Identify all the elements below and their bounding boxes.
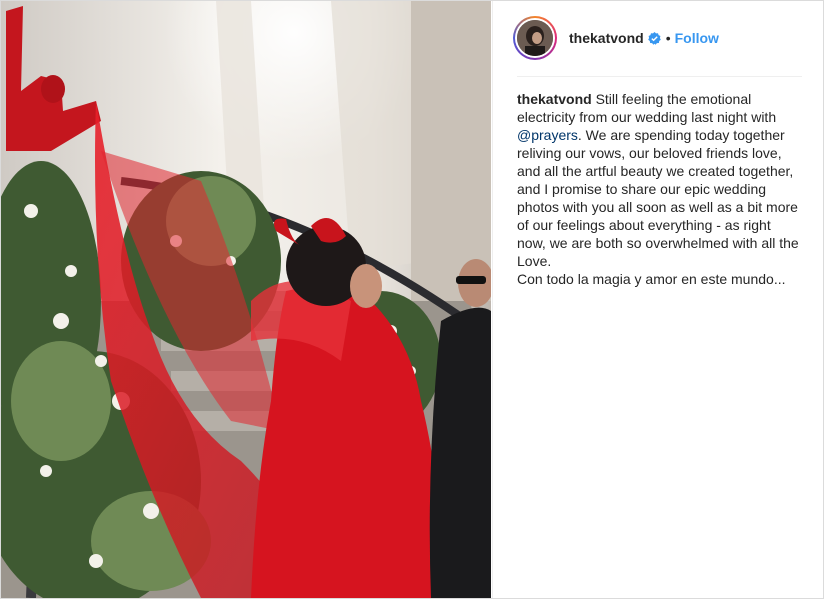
post-sidebar: thekatvond • Follow thekatvond Still fee… bbox=[492, 1, 823, 598]
post-photo[interactable] bbox=[1, 1, 491, 598]
caption-text-2: . We are spending today together relivin… bbox=[517, 127, 799, 269]
instagram-post: thekatvond • Follow thekatvond Still fee… bbox=[0, 0, 824, 599]
caption-last-line: Con todo la magia y amor en este mundo..… bbox=[517, 271, 786, 287]
caption-username-link[interactable]: thekatvond bbox=[517, 91, 592, 107]
caption-body: thekatvond Still feeling the emotional e… bbox=[517, 90, 799, 270]
follow-button[interactable]: Follow bbox=[675, 30, 719, 46]
separator-dot: • bbox=[665, 30, 671, 46]
profile-photo-image bbox=[517, 20, 553, 56]
avatar[interactable] bbox=[517, 20, 553, 56]
mention-link[interactable]: @prayers bbox=[517, 127, 578, 143]
username-link[interactable]: thekatvond bbox=[569, 30, 644, 46]
story-ring[interactable] bbox=[513, 16, 557, 60]
header-divider bbox=[517, 76, 802, 77]
verified-badge-icon bbox=[647, 31, 661, 45]
wedding-photo-image bbox=[1, 1, 491, 598]
post-header: thekatvond • Follow bbox=[513, 13, 803, 63]
post-caption: thekatvond Still feeling the emotional e… bbox=[517, 90, 799, 288]
